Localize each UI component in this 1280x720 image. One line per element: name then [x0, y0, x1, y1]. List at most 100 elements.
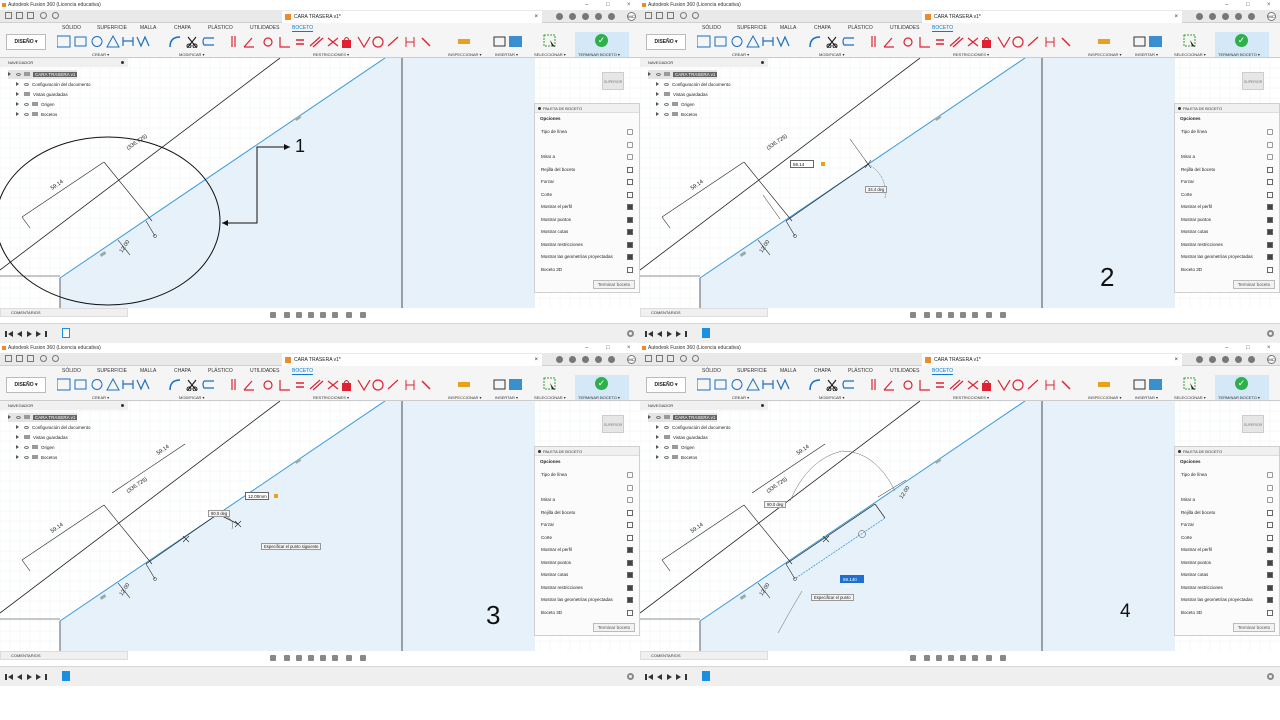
- profile-region[interactable]: [60, 401, 535, 651]
- checkbox[interactable]: [1267, 191, 1273, 198]
- checkbox[interactable]: [627, 254, 633, 260]
- step-back-icon[interactable]: [17, 674, 22, 680]
- select-icon[interactable]: [543, 34, 557, 48]
- notifications-icon[interactable]: [1235, 356, 1242, 363]
- modify-tools[interactable]: [168, 378, 218, 391]
- browser-item-config[interactable]: Configuración del documento: [656, 80, 731, 89]
- tab-malla[interactable]: MALLA: [780, 24, 796, 32]
- notifications-icon[interactable]: [595, 13, 602, 20]
- maximize-icon[interactable]: □: [606, 343, 610, 353]
- go-to-start-icon[interactable]: [645, 674, 647, 680]
- fit-icon[interactable]: [320, 312, 326, 318]
- help-icon[interactable]: [1248, 13, 1255, 20]
- viewports-icon[interactable]: [360, 655, 366, 661]
- comments-panel[interactable]: COMENTARIOS: [640, 651, 768, 660]
- palette-row[interactable]: Tipo de línea: [1181, 469, 1275, 481]
- maximize-icon[interactable]: □: [1246, 343, 1250, 353]
- palette-row[interactable]: Boceto 3D: [541, 607, 635, 619]
- palette-row[interactable]: Forzar: [1181, 176, 1275, 188]
- pin-icon[interactable]: [121, 61, 124, 64]
- tab-malla[interactable]: MALLA: [780, 367, 796, 375]
- sketch-feature-icon[interactable]: [702, 328, 710, 338]
- palette-row[interactable]: Rejilla del boceto: [1181, 164, 1275, 176]
- go-to-start-icon[interactable]: [5, 331, 7, 337]
- palette-row[interactable]: Forzar: [541, 519, 635, 531]
- expand-icon[interactable]: [656, 435, 659, 439]
- step-back-icon[interactable]: [17, 331, 22, 337]
- document-tab[interactable]: CARA TRASERA v1* ×: [922, 11, 1182, 23]
- go-to-end-icon[interactable]: [45, 674, 47, 680]
- gear-icon[interactable]: [627, 673, 634, 680]
- palette-row[interactable]: Mostrar cotas: [1181, 569, 1275, 581]
- pin-icon[interactable]: [761, 61, 764, 64]
- modify-tools[interactable]: [168, 35, 218, 48]
- checkbox[interactable]: [627, 266, 633, 273]
- go-to-start-icon[interactable]: [5, 674, 7, 680]
- group-insertar[interactable]: INSERTAR ▾: [495, 52, 518, 57]
- grid-settings-icon[interactable]: [986, 655, 992, 661]
- line-type-icon[interactable]: [627, 472, 633, 478]
- palette-row[interactable]: Corte: [1181, 189, 1275, 201]
- palette-row[interactable]: Rejilla del boceto: [541, 164, 635, 176]
- browser-item-sketches[interactable]: Bocetos: [656, 110, 697, 119]
- group-seleccionar[interactable]: SELECCIONAR ▾: [534, 52, 566, 57]
- palette-row[interactable]: Mostrar puntos: [541, 214, 635, 226]
- palette-row[interactable]: Mostrar el perfil: [541, 201, 635, 213]
- tab-boceto[interactable]: BOCETO: [932, 24, 954, 32]
- group-crear[interactable]: CREAR ▾: [732, 52, 749, 57]
- palette-row[interactable]: Mirar a: [1181, 151, 1275, 163]
- dimension-input[interactable]: 59.140 mm: [840, 575, 864, 589]
- avatar[interactable]: MC: [627, 12, 636, 21]
- expand-icon[interactable]: [648, 72, 651, 76]
- dimension-input[interactable]: 12.00mm: [245, 492, 269, 500]
- checkbox[interactable]: [1267, 254, 1273, 260]
- file-menu-icon[interactable]: [656, 12, 663, 19]
- fit-icon[interactable]: [320, 655, 326, 661]
- create-tools[interactable]: [57, 378, 152, 391]
- tab-utilidades[interactable]: UTILIDADES: [890, 24, 919, 32]
- zoom-icon[interactable]: [948, 312, 954, 318]
- pin-icon[interactable]: [761, 404, 764, 407]
- finish-sketch-check-icon[interactable]: ✓: [595, 34, 608, 47]
- close-icon[interactable]: ×: [627, 0, 631, 10]
- finish-sketch-check-icon[interactable]: ✓: [595, 377, 608, 390]
- step-back-icon[interactable]: [648, 331, 653, 337]
- checkbox[interactable]: [1267, 547, 1273, 553]
- group-insertar[interactable]: INSERTAR ▾: [1135, 395, 1158, 400]
- go-to-end-icon[interactable]: [685, 674, 687, 680]
- tab-superficie[interactable]: SUPERFICIE: [737, 367, 767, 375]
- palette-row[interactable]: Mostrar cotas: [1181, 226, 1275, 238]
- browser-item-origin[interactable]: Origen: [656, 443, 695, 452]
- redo-icon[interactable]: [692, 12, 699, 19]
- palette-row[interactable]: Corte: [541, 532, 635, 544]
- fit-icon[interactable]: [960, 655, 966, 661]
- go-to-end-icon[interactable]: [685, 331, 687, 337]
- gear-icon[interactable]: [627, 330, 634, 337]
- option-icon[interactable]: [627, 154, 633, 160]
- pin-icon[interactable]: [538, 107, 541, 110]
- eye-icon[interactable]: [24, 456, 29, 459]
- go-to-end-icon[interactable]: [45, 331, 47, 337]
- help-icon[interactable]: [608, 356, 615, 363]
- play-icon[interactable]: [27, 331, 32, 337]
- tab-utilidades[interactable]: UTILIDADES: [890, 367, 919, 375]
- palette-row[interactable]: Tipo de línea: [541, 126, 635, 138]
- expand-icon[interactable]: [16, 102, 19, 106]
- group-terminar-boceto[interactable]: TERMINAR BOCETO ▾: [1218, 395, 1260, 400]
- palette-row[interactable]: Mostrar el perfil: [1181, 201, 1275, 213]
- finish-sketch-check-icon[interactable]: ✓: [1235, 377, 1248, 390]
- extensions-icon[interactable]: [1209, 356, 1216, 363]
- extension-line[interactable]: [21, 559, 31, 572]
- group-insertar[interactable]: INSERTAR ▾: [1135, 52, 1158, 57]
- palette-row[interactable]: [541, 482, 635, 494]
- option-icon[interactable]: [627, 497, 633, 503]
- undo-icon[interactable]: [40, 355, 47, 362]
- eye-icon[interactable]: [24, 103, 29, 106]
- browser-item-views[interactable]: Vistas guardadas: [656, 433, 708, 442]
- palette-row[interactable]: Boceto 3D: [541, 264, 635, 276]
- expand-icon[interactable]: [16, 445, 19, 449]
- checkbox[interactable]: [1267, 179, 1273, 185]
- browser-item-views[interactable]: Vistas guardadas: [16, 433, 68, 442]
- group-terminar-boceto[interactable]: TERMINAR BOCETO ▾: [578, 395, 620, 400]
- palette-row[interactable]: Tipo de línea: [541, 469, 635, 481]
